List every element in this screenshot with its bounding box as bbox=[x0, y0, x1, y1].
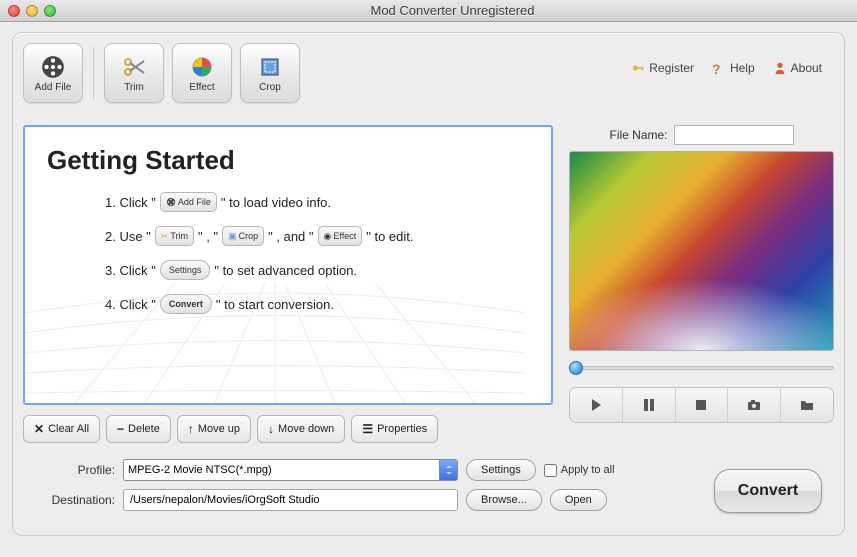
stop-button[interactable] bbox=[676, 388, 729, 422]
mini-crop: ▣Crop bbox=[222, 226, 264, 246]
profile-row: Profile: MPEG-2 Movie NTSC(*.mpg) Settin… bbox=[25, 459, 832, 481]
person-icon bbox=[773, 61, 787, 75]
profile-label: Profile: bbox=[25, 463, 115, 477]
destination-row: Destination: Browse... Open bbox=[25, 489, 832, 511]
mini-trim: ✂Trim bbox=[155, 226, 194, 246]
step-2: 2. Use " ✂Trim " , " ▣Crop " , and " ◉Ef… bbox=[105, 226, 529, 246]
seek-track bbox=[569, 366, 834, 370]
file-name-input[interactable] bbox=[674, 125, 794, 145]
scissors-icon bbox=[120, 54, 148, 80]
mini-add-file: Add File bbox=[160, 192, 217, 212]
seek-slider[interactable] bbox=[569, 361, 834, 375]
mini-settings: Settings bbox=[160, 260, 211, 280]
close-window-button[interactable] bbox=[8, 5, 20, 17]
combo-arrow-icon bbox=[439, 460, 457, 480]
file-name-row: File Name: bbox=[569, 125, 834, 145]
question-icon: ? bbox=[712, 61, 726, 75]
help-link[interactable]: ? Help bbox=[712, 61, 755, 75]
window-controls bbox=[8, 5, 56, 17]
window-title: Mod Converter Unregistered bbox=[56, 3, 849, 18]
x-icon: ✕ bbox=[34, 422, 44, 436]
effect-button[interactable]: Effect bbox=[172, 43, 232, 103]
minus-icon: − bbox=[117, 422, 124, 436]
move-down-button[interactable]: ↓Move down bbox=[257, 415, 345, 443]
apply-to-all-checkbox[interactable]: Apply to all bbox=[544, 464, 615, 477]
settings-button[interactable]: Settings bbox=[466, 459, 536, 481]
properties-button[interactable]: ☰Properties bbox=[351, 415, 438, 443]
titlebar: Mod Converter Unregistered bbox=[0, 0, 857, 22]
move-up-button[interactable]: ↑Move up bbox=[177, 415, 251, 443]
destination-input[interactable] bbox=[123, 489, 458, 511]
crop-icon bbox=[256, 54, 284, 80]
profile-value: MPEG-2 Movie NTSC(*.mpg) bbox=[128, 464, 272, 476]
header-links: Register ? Help About bbox=[631, 43, 834, 75]
zoom-window-button[interactable] bbox=[44, 5, 56, 17]
getting-started-steps: 1. Click " Add File " to load video info… bbox=[105, 192, 529, 314]
minimize-window-button[interactable] bbox=[26, 5, 38, 17]
play-button[interactable] bbox=[570, 388, 623, 422]
delete-button[interactable]: −Delete bbox=[106, 415, 171, 443]
bottom-panel: Profile: MPEG-2 Movie NTSC(*.mpg) Settin… bbox=[23, 459, 834, 511]
open-folder-button[interactable] bbox=[781, 388, 833, 422]
getting-started-panel: Getting Started 1. Click " Add File " to… bbox=[23, 125, 553, 405]
add-file-button[interactable]: Add File bbox=[23, 43, 83, 103]
snapshot-button[interactable] bbox=[728, 388, 781, 422]
register-link[interactable]: Register bbox=[631, 61, 694, 75]
video-preview bbox=[569, 151, 834, 351]
apply-to-all-input[interactable] bbox=[544, 464, 557, 477]
film-reel-icon bbox=[39, 54, 67, 80]
file-list-toolbar: ✕Clear All −Delete ↑Move up ↓Move down ☰… bbox=[23, 415, 553, 443]
arrow-down-icon: ↓ bbox=[268, 422, 274, 436]
crop-button[interactable]: Crop bbox=[240, 43, 300, 103]
getting-started-title: Getting Started bbox=[47, 145, 529, 176]
about-link[interactable]: About bbox=[773, 61, 822, 75]
playback-controls bbox=[569, 387, 834, 423]
list-icon: ☰ bbox=[362, 422, 373, 436]
convert-button[interactable]: Convert bbox=[714, 469, 822, 513]
mini-convert: Convert bbox=[160, 294, 212, 314]
step-4: 4. Click " Convert " to start conversion… bbox=[105, 294, 529, 314]
pause-button[interactable] bbox=[623, 388, 676, 422]
main-panel: Add File Trim Effect Crop bbox=[12, 32, 845, 536]
trim-button[interactable]: Trim bbox=[104, 43, 164, 103]
key-icon bbox=[631, 61, 645, 75]
step-3: 3. Click " Settings " to set advanced op… bbox=[105, 260, 529, 280]
open-button[interactable]: Open bbox=[550, 489, 607, 511]
toolbar-separator bbox=[93, 47, 94, 99]
file-name-label: File Name: bbox=[609, 128, 667, 142]
profile-combo[interactable]: MPEG-2 Movie NTSC(*.mpg) bbox=[123, 459, 458, 481]
clear-all-button[interactable]: ✕Clear All bbox=[23, 415, 100, 443]
browse-button[interactable]: Browse... bbox=[466, 489, 542, 511]
seek-thumb[interactable] bbox=[569, 361, 583, 375]
toolbar: Add File Trim Effect Crop bbox=[23, 43, 834, 117]
step-1: 1. Click " Add File " to load video info… bbox=[105, 192, 529, 212]
color-wheel-icon bbox=[188, 54, 216, 80]
destination-label: Destination: bbox=[25, 493, 115, 507]
mini-effect: ◉Effect bbox=[318, 226, 363, 246]
arrow-up-icon: ↑ bbox=[188, 422, 194, 436]
